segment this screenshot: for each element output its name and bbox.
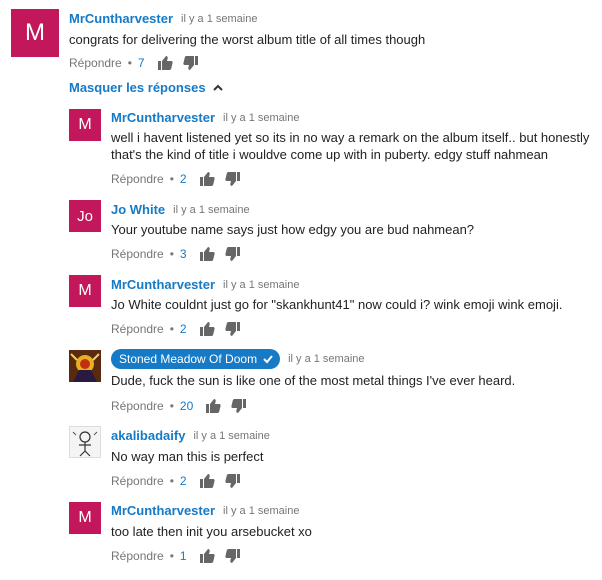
verified-check-icon bbox=[263, 355, 273, 364]
reply-button[interactable]: Répondre bbox=[111, 322, 164, 336]
author-name[interactable]: MrCuntharvester bbox=[69, 11, 173, 26]
thumbs-up-icon[interactable] bbox=[199, 321, 215, 337]
like-count: 2 bbox=[179, 474, 187, 488]
thumbs-up-icon[interactable] bbox=[199, 473, 215, 489]
avatar[interactable] bbox=[69, 426, 101, 458]
avatar[interactable]: M bbox=[69, 502, 101, 534]
reply-button[interactable]: Répondre bbox=[111, 172, 164, 186]
hide-replies-button[interactable]: Masquer les réponses bbox=[69, 80, 224, 95]
separator: • bbox=[169, 322, 174, 336]
like-count: 1 bbox=[179, 549, 187, 563]
like-count: 2 bbox=[179, 172, 187, 186]
avatar-letter: M bbox=[25, 19, 45, 46]
comment-text: too late then init you arsebucket xo bbox=[111, 524, 312, 539]
avatar[interactable]: Jo bbox=[69, 200, 101, 232]
reply-button[interactable]: Répondre bbox=[111, 474, 164, 488]
comment-text: Jo White couldnt just go for "skankhunt4… bbox=[111, 297, 563, 312]
thumbs-down-icon[interactable] bbox=[224, 473, 241, 489]
thumbs-down-icon[interactable] bbox=[224, 548, 241, 564]
comment-text: congrats for delivering the worst album … bbox=[69, 32, 426, 47]
hide-replies-label: Masquer les réponses bbox=[69, 80, 206, 95]
avatar-letter: M bbox=[78, 282, 92, 299]
comment-text: Your youtube name says just how edgy you… bbox=[111, 222, 475, 237]
thumbs-down-icon[interactable] bbox=[224, 321, 241, 337]
avatar[interactable]: M bbox=[69, 109, 101, 141]
author-name[interactable]: MrCuntharvester bbox=[111, 277, 215, 292]
like-count: 2 bbox=[179, 322, 187, 336]
thumbs-down-icon[interactable] bbox=[224, 246, 241, 262]
like-count: 20 bbox=[179, 399, 194, 413]
timestamp[interactable]: il y a 1 semaine bbox=[193, 430, 269, 442]
separator: • bbox=[169, 399, 174, 413]
avatar-letter: Jo bbox=[77, 207, 93, 225]
separator: • bbox=[169, 549, 174, 563]
verified-author-badge[interactable]: Stoned Meadow Of Doom bbox=[111, 349, 281, 369]
comment-text: No way man this is perfect bbox=[111, 449, 264, 464]
separator: • bbox=[169, 247, 174, 261]
author-name[interactable]: Jo White bbox=[111, 202, 165, 217]
separator: • bbox=[169, 474, 174, 488]
comment-text: well i havent listened yet so its in no … bbox=[111, 130, 590, 162]
thumbs-up-icon[interactable] bbox=[199, 171, 215, 187]
author-name[interactable]: MrCuntharvester bbox=[111, 110, 215, 125]
thumbs-down-icon[interactable] bbox=[224, 171, 241, 187]
chevron-up-icon bbox=[212, 84, 223, 91]
reply-button[interactable]: Répondre bbox=[111, 549, 164, 563]
author-name[interactable]: MrCuntharvester bbox=[111, 503, 215, 518]
separator: • bbox=[169, 172, 174, 186]
avatar-image bbox=[72, 431, 98, 457]
timestamp[interactable]: il y a 1 semaine bbox=[288, 353, 364, 365]
like-count: 7 bbox=[137, 56, 145, 70]
thumbs-down-icon[interactable] bbox=[182, 55, 199, 71]
avatar-letter: M bbox=[78, 116, 92, 133]
timestamp[interactable]: il y a 1 semaine bbox=[223, 279, 299, 291]
author-name: Stoned Meadow Of Doom bbox=[119, 352, 258, 366]
thumbs-up-icon[interactable] bbox=[199, 548, 215, 564]
avatar[interactable]: M bbox=[69, 275, 101, 307]
thumbs-down-icon[interactable] bbox=[231, 398, 247, 414]
timestamp[interactable]: il y a 1 semaine bbox=[223, 112, 299, 124]
reply-button[interactable]: Répondre bbox=[111, 247, 164, 261]
avatar[interactable]: M bbox=[11, 9, 59, 57]
author-name[interactable]: akalibadaify bbox=[111, 428, 185, 443]
thumbs-up-icon[interactable] bbox=[157, 55, 173, 71]
avatar-letter: M bbox=[78, 509, 92, 526]
avatar-image bbox=[69, 350, 101, 382]
avatar[interactable] bbox=[69, 350, 101, 382]
timestamp[interactable]: il y a 1 semaine bbox=[173, 204, 249, 216]
timestamp[interactable]: il y a 1 semaine bbox=[181, 13, 257, 25]
thumbs-up-icon[interactable] bbox=[205, 398, 221, 414]
thumbs-up-icon[interactable] bbox=[199, 246, 215, 262]
reply-button[interactable]: Répondre bbox=[111, 399, 164, 413]
reply-button[interactable]: Répondre bbox=[69, 56, 122, 70]
timestamp[interactable]: il y a 1 semaine bbox=[223, 505, 299, 517]
comment-text: Dude, fuck the sun is like one of the mo… bbox=[111, 373, 516, 388]
like-count: 3 bbox=[179, 247, 187, 261]
separator: • bbox=[127, 56, 132, 70]
